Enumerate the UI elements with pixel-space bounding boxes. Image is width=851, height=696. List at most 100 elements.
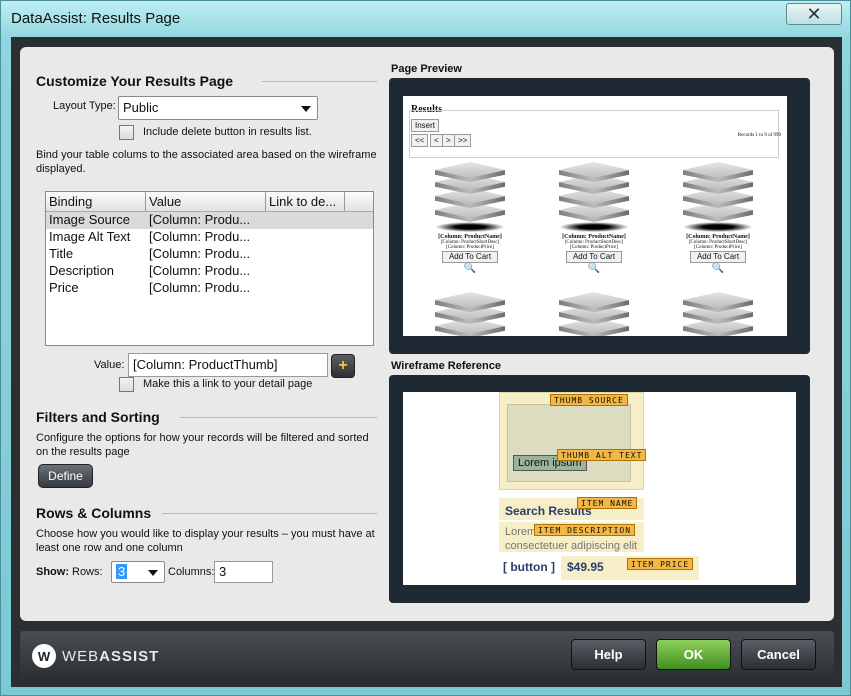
make-link-label: Make this a link to your detail page [143,378,313,390]
product-image-icon [435,162,505,232]
rows-columns-description: Choose how you would like to display you… [36,528,375,554]
window-title: DataAssist: Results Page [11,10,181,27]
wf-tag-item-description: ITEM DESCRIPTION [534,524,636,536]
page-preview-canvas: Results Insert << < > >> Records 1 to 9 … [403,96,787,336]
chevron-down-icon [148,570,158,576]
binding-cell: Description [49,263,115,278]
grid-header-binding[interactable]: Binding [46,192,146,211]
wireframe-title: Wireframe Reference [391,360,501,372]
preview-records-text: Records 1 to 9 of 999 [737,133,781,138]
wf-consectetuer: consectetuer adipiscing elit [505,540,638,552]
preview-item [539,292,649,336]
grid-header: Binding Value Link to de... [46,192,373,212]
include-delete-label: Include delete button in results list. [143,126,312,138]
binding-cell: Image Alt Text [49,229,131,244]
preview-add-to-cart: Add To Cart [689,251,747,263]
preview-add-to-cart: Add To Cart [441,251,499,263]
dialog-client: Customize Your Results Page Layout Type:… [11,37,842,687]
layout-type-label: Layout Type: [53,100,116,112]
include-delete-checkbox[interactable] [119,125,134,140]
dialog-window: DataAssist: Results Page ✕ Customize You… [0,0,851,696]
customize-title: Customize Your Results Page [36,73,234,89]
customize-divider [262,81,377,82]
preview-prev-button: < [430,134,443,147]
add-binding-button[interactable]: + [331,354,355,378]
chevron-down-icon [301,106,311,112]
page-preview-title: Page Preview [391,63,462,75]
wf-price: $49.95 [567,560,604,574]
wireframe-canvas: Lorem ipsum THUMB SOURCE THUMB ALT TEXT … [403,392,796,585]
preview-item-price: [Column: ProductPrice] [570,245,618,250]
table-row[interactable]: Image Source [Column: Produ... [46,212,373,229]
columns-label: Columns: [168,566,215,578]
help-button[interactable]: Help [571,639,646,670]
ok-button[interactable]: OK [656,639,731,670]
rows-select[interactable]: 3 [111,561,165,583]
preview-last-button: >> [454,134,472,147]
binding-cell: Price [49,280,79,295]
preview-insert-button: Insert [411,119,440,132]
value-cell: [Column: Produ... [149,263,251,278]
preview-first-button: << [411,134,429,147]
bind-description: Bind your table colums to the associated… [36,149,377,175]
table-row[interactable]: Price [Column: Produ... [46,280,373,297]
rows-value: 3 [116,564,128,579]
magnifier-icon: 🔍 [463,263,477,274]
close-icon: ✕ [806,3,822,24]
plus-icon: + [338,357,348,374]
cancel-button[interactable]: Cancel [741,639,816,670]
wf-tag-item-price: ITEM PRICE [627,558,694,570]
table-row[interactable]: Title [Column: Produ... [46,246,373,263]
rows-label: Rows: [72,566,103,578]
columns-input[interactable]: 3 [214,561,273,583]
filters-divider [180,417,377,418]
layout-type-select[interactable]: Public [118,96,318,120]
product-image-icon [435,292,505,336]
value-cell: [Column: Produ... [149,229,251,244]
rows-columns-divider [162,513,377,514]
wf-button-text: [ button ] [503,560,555,574]
value-cell: [Column: Produ... [149,212,251,227]
preview-item [663,292,773,336]
webassist-logo-icon: W [32,644,56,668]
preview-item: [Column: ProductName] [Column: ProductSh… [663,162,773,275]
make-link-checkbox[interactable] [119,377,134,392]
product-image-icon [559,162,629,232]
value-cell: [Column: Produ... [149,280,251,295]
value-cell: [Column: Produ... [149,246,251,261]
wf-tag-thumb-source: THUMB SOURCE [550,394,628,406]
wf-tag-thumb-alt: THUMB ALT TEXT [557,449,647,461]
value-label: Value: [94,359,125,371]
preview-item-price: [Column: ProductPrice] [446,245,494,250]
layout-type-value: Public [123,100,159,115]
show-label: Show: [36,566,69,578]
binding-cell: Title [49,246,74,261]
rows-columns-title: Rows & Columns [36,505,152,521]
binding-grid[interactable]: Binding Value Link to de... Image Source… [45,191,374,346]
product-image-icon [683,162,753,232]
content-panel: Customize Your Results Page Layout Type:… [20,47,834,621]
grid-header-value[interactable]: Value [146,192,266,211]
table-row[interactable]: Image Alt Text [Column: Produ... [46,229,373,246]
wf-lorem-desc: Lorem [505,526,537,538]
product-image-icon [559,292,629,336]
preview-item: [Column: ProductName] [Column: ProductSh… [539,162,649,275]
value-input[interactable]: [Column: ProductThumb] [128,353,328,377]
filters-title: Filters and Sorting [36,409,160,425]
dialog-footer: W WEBASSIST Help OK Cancel [20,631,834,681]
preview-item-price: [Column: ProductPrice] [694,245,742,250]
preview-next-button: > [442,134,455,147]
wf-tag-item-name: ITEM NAME [577,497,638,509]
filters-description: Configure the options for how your recor… [36,432,369,458]
magnifier-icon: 🔍 [587,263,601,274]
preview-add-to-cart: Add To Cart [565,251,623,263]
page-preview-frame: Results Insert << < > >> Records 1 to 9 … [389,78,810,354]
define-button[interactable]: Define [38,464,93,488]
preview-item: [Column: ProductName] [Column: ProductSh… [415,162,525,275]
close-button[interactable]: ✕ [786,3,842,25]
grid-header-link[interactable]: Link to de... [266,192,345,211]
table-row[interactable]: Description [Column: Produ... [46,263,373,280]
wireframe-frame: Lorem ipsum THUMB SOURCE THUMB ALT TEXT … [389,375,810,603]
magnifier-icon: 🔍 [711,263,725,274]
preview-item [415,292,525,336]
